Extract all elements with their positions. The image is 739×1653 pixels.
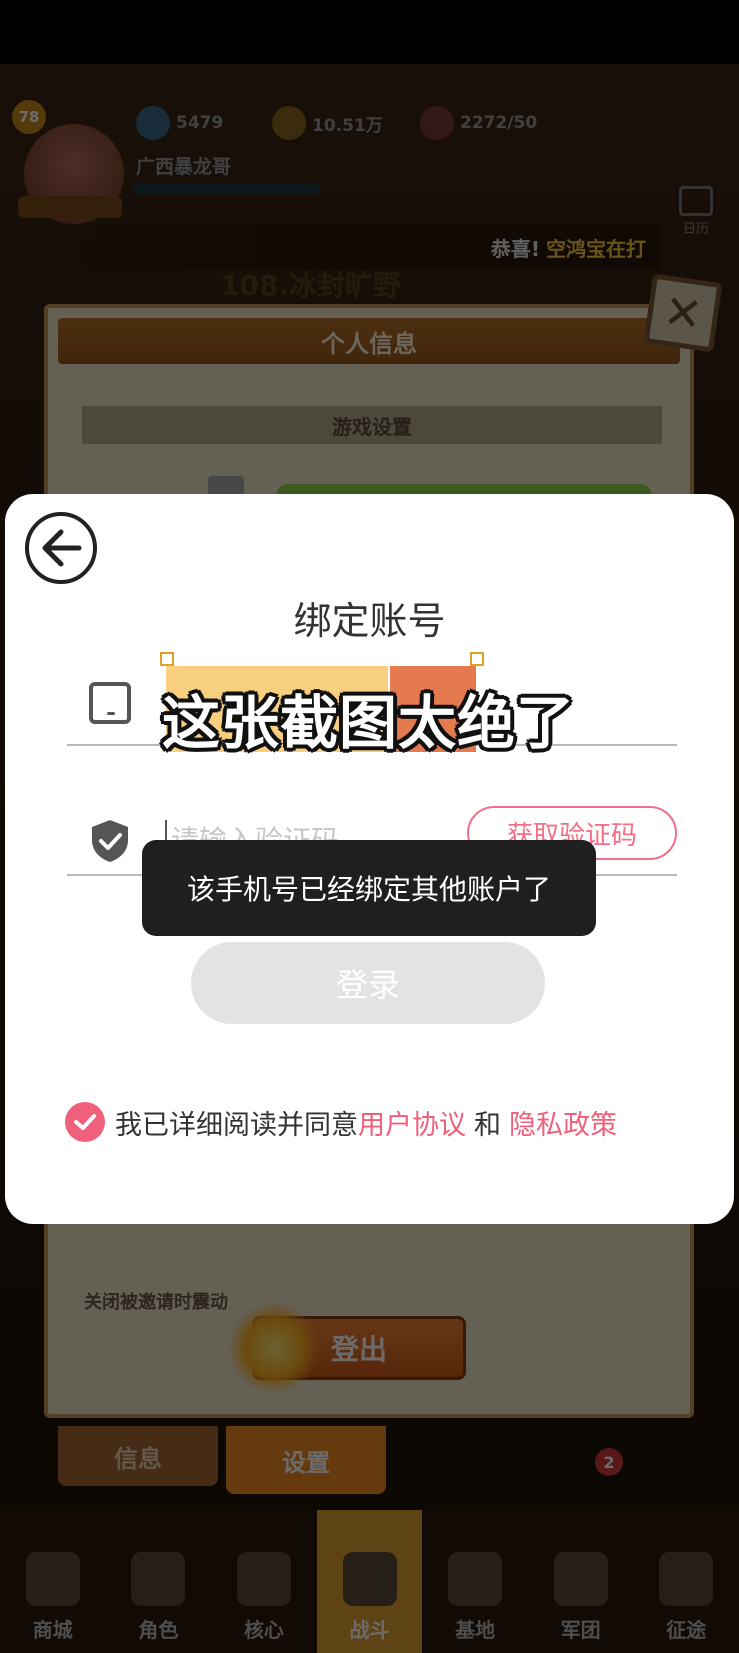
shield-icon <box>92 820 128 862</box>
nav-shop[interactable]: 商城 <box>0 1510 106 1653</box>
resource-stamina[interactable]: 2272/50 <box>420 106 538 140</box>
nav-role[interactable]: 角色 <box>106 1510 212 1653</box>
gems-value: 5479 <box>176 113 224 133</box>
meat-icon <box>420 106 454 140</box>
player-title-tag <box>18 196 122 218</box>
gem-icon <box>136 106 170 140</box>
calendar-button[interactable]: 日历 <box>676 186 716 237</box>
core-icon <box>236 1552 291 1606</box>
calendar-label: 日历 <box>682 222 709 237</box>
arrow-left-icon <box>42 529 82 567</box>
login-button[interactable]: 登录 <box>191 942 545 1024</box>
toast-message: 该手机号已经绑定其他账户了 <box>142 840 596 936</box>
user-agreement-link[interactable]: 用户协议 <box>358 1103 466 1142</box>
bottom-navbar: 商城 角色 核心 战斗 基地 军团 征途 <box>0 1510 739 1653</box>
check-icon <box>74 1114 96 1130</box>
agreement-row: 我已详细阅读并同意 用户协议 和 隐私政策 <box>65 1100 617 1144</box>
dialog-title: 绑定账号 <box>293 599 446 643</box>
nav-journey[interactable]: 征途 <box>633 1510 739 1653</box>
caption-text: 这张截图太绝了 <box>162 689 576 757</box>
phone-icon <box>89 682 131 724</box>
shop-icon <box>25 1552 80 1606</box>
close-icon: ✕ <box>660 283 706 343</box>
panel-title: 个人信息 <box>58 318 680 364</box>
notification-badge: 2 <box>595 1448 623 1476</box>
nav-core[interactable]: 核心 <box>211 1510 317 1653</box>
nav-battle[interactable]: 战斗 <box>316 1510 423 1653</box>
battle-icon <box>342 1552 397 1606</box>
calendar-icon <box>679 186 713 216</box>
logout-button[interactable]: 登出 <box>229 1303 466 1393</box>
tab-info[interactable]: 信息 <box>58 1426 218 1486</box>
resource-coins[interactable]: 10.51万 <box>272 106 383 140</box>
legion-icon <box>553 1552 608 1606</box>
back-button[interactable] <box>25 512 97 584</box>
panel-close-button[interactable]: ✕ <box>643 273 723 353</box>
glow-effect <box>229 1303 319 1393</box>
privacy-policy-link[interactable]: 隐私政策 <box>509 1103 617 1142</box>
player-name: 广西暴龙哥 <box>136 156 232 178</box>
game-settings-header: 游戏设置 <box>82 406 662 444</box>
logout-label: 登出 <box>330 1333 387 1366</box>
stamina-value: 2272/50 <box>460 113 538 133</box>
coin-icon <box>272 106 306 140</box>
player-level-badge: 78 <box>12 100 46 134</box>
role-icon <box>131 1552 186 1606</box>
marquee-prefix: 恭喜! <box>490 236 540 261</box>
xp-bar <box>134 184 320 194</box>
agreement-text: 我已详细阅读并同意 <box>115 1109 358 1141</box>
nav-base[interactable]: 基地 <box>422 1510 528 1653</box>
agree-checkbox[interactable] <box>65 1102 105 1142</box>
tab-settings[interactable]: 设置 <box>226 1426 386 1494</box>
marquee-text: 空鸿宝在打 <box>546 236 646 261</box>
and-text: 和 <box>474 1109 501 1141</box>
journey-icon <box>659 1552 714 1606</box>
stage-title: 108.冰封旷野 <box>220 269 402 302</box>
coins-value: 10.51万 <box>312 115 383 136</box>
resize-handle[interactable] <box>470 652 484 666</box>
resize-handle[interactable] <box>160 652 174 666</box>
nav-legion[interactable]: 军团 <box>528 1510 634 1653</box>
vibrate-setting-label: 关闭被邀请时震动 <box>84 1292 228 1313</box>
resource-gems[interactable]: 5479 <box>136 106 224 140</box>
base-icon <box>448 1552 503 1606</box>
